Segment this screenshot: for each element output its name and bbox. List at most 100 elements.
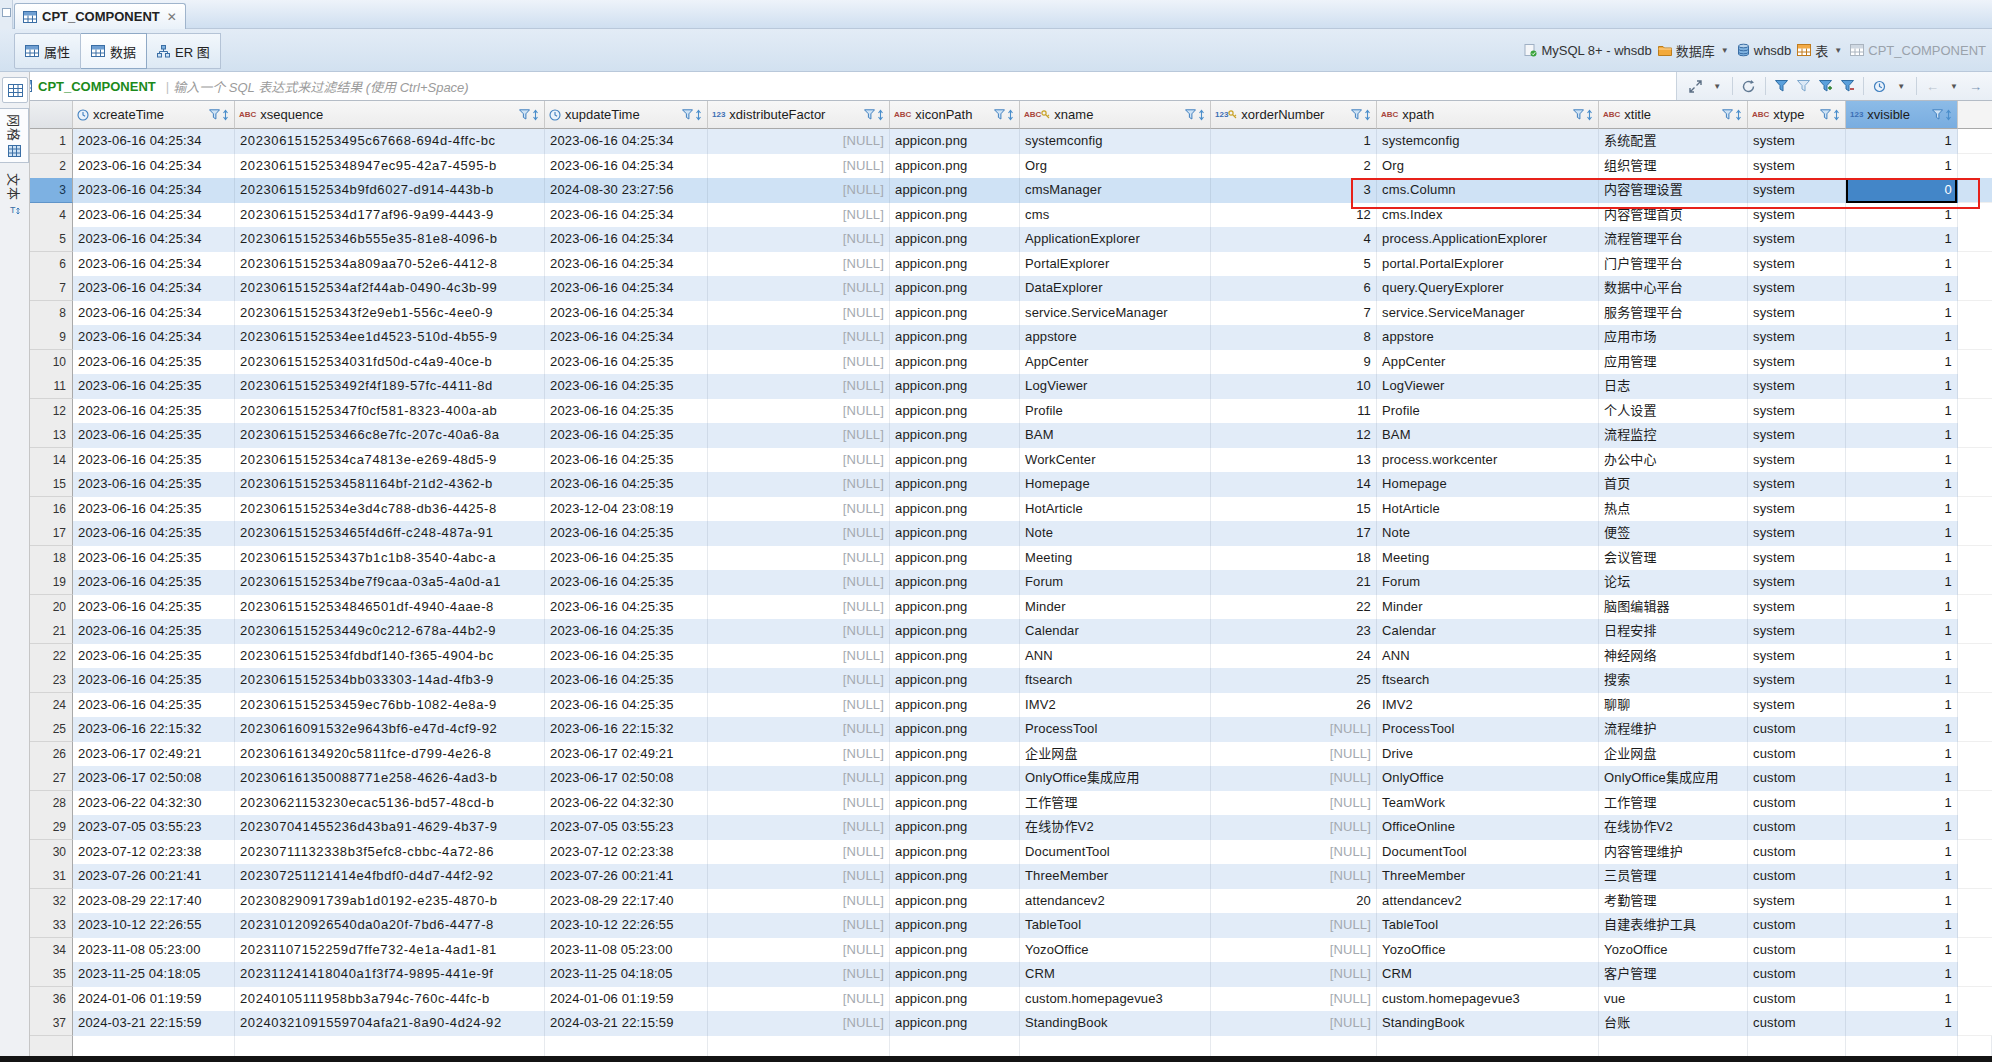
table-row[interactable]: 152023-06-16 04:25:352023061515253458116… bbox=[30, 472, 1992, 497]
cell-xpath[interactable]: OnlyOffice bbox=[1377, 766, 1599, 791]
cell-xsequence[interactable]: 20230615152534b9fd6027-d914-443b-b bbox=[235, 178, 545, 203]
row-number[interactable]: 32 bbox=[30, 889, 73, 914]
cell-xorderNumber[interactable]: [NULL] bbox=[1211, 864, 1377, 889]
cell-xname[interactable]: AppCenter bbox=[1020, 350, 1211, 375]
cell-xdistributeFactor[interactable]: [NULL] bbox=[708, 546, 890, 571]
row-number[interactable]: 6 bbox=[30, 252, 73, 277]
cell-xiconPath[interactable]: appicon.png bbox=[890, 546, 1020, 571]
filter-funnel-icon[interactable] bbox=[1722, 109, 1733, 120]
cell-xupdateTime[interactable]: 2023-07-05 03:55:23 bbox=[545, 815, 708, 840]
cell-xtitle[interactable]: 服务管理平台 bbox=[1599, 301, 1748, 326]
row-number[interactable]: 27 bbox=[30, 766, 73, 791]
column-header-xtitle[interactable]: ABCxtitle bbox=[1599, 101, 1748, 129]
sort-icon[interactable] bbox=[1734, 109, 1743, 121]
filter-outline-icon[interactable] bbox=[1797, 80, 1810, 92]
cell-xorderNumber[interactable]: 18 bbox=[1211, 546, 1377, 571]
row-number[interactable]: 36 bbox=[30, 987, 73, 1012]
cell-xdistributeFactor[interactable]: [NULL] bbox=[708, 178, 890, 203]
cell-xpath[interactable]: appstore bbox=[1377, 325, 1599, 350]
cell-xname[interactable]: Note bbox=[1020, 521, 1211, 546]
table-row[interactable]: 82023-06-16 04:25:34202306151525343f2e9e… bbox=[30, 301, 1992, 326]
cell-xsequence[interactable]: 20230615152534846501df-4940-4aae-8 bbox=[235, 595, 545, 620]
cell-xvisible[interactable]: 1 bbox=[1846, 546, 1958, 571]
cell-xiconPath[interactable]: appicon.png bbox=[890, 987, 1020, 1012]
cell-xname[interactable]: 工作管理 bbox=[1020, 791, 1211, 816]
cell-xtype[interactable]: system bbox=[1748, 472, 1846, 497]
cell-xvisible[interactable]: 1 bbox=[1846, 693, 1958, 718]
table-row[interactable]: 182023-06-16 04:25:352023061515253437b1c… bbox=[30, 546, 1992, 571]
cell-xsequence[interactable]: 20231107152259d7ffe732-4e1a-4ad1-81 bbox=[235, 938, 545, 963]
cell-xcreateTime[interactable]: 2023-06-17 02:50:08 bbox=[73, 766, 235, 791]
table-row[interactable]: 162023-06-16 04:25:3520230615152534e3d4c… bbox=[30, 497, 1992, 522]
cell-xvisible[interactable]: 1 bbox=[1846, 497, 1958, 522]
refresh-icon[interactable] bbox=[1742, 80, 1756, 93]
cell-xtitle[interactable]: 数据中心平台 bbox=[1599, 276, 1748, 301]
cell-xorderNumber[interactable]: 2 bbox=[1211, 154, 1377, 179]
cell-xupdateTime[interactable]: 2023-07-12 02:23:38 bbox=[545, 840, 708, 865]
cell-xupdateTime[interactable]: 2023-06-16 04:25:35 bbox=[545, 570, 708, 595]
cell-xtitle[interactable]: 组织管理 bbox=[1599, 154, 1748, 179]
cell-xiconPath[interactable]: appicon.png bbox=[890, 889, 1020, 914]
cell-xdistributeFactor[interactable]: [NULL] bbox=[708, 864, 890, 889]
cell-xpath[interactable]: HotArticle bbox=[1377, 497, 1599, 522]
cell-xdistributeFactor[interactable]: [NULL] bbox=[708, 227, 890, 252]
row-number[interactable]: 9 bbox=[30, 325, 73, 350]
column-header-xpath[interactable]: ABCxpath bbox=[1377, 101, 1599, 129]
cell-xsequence[interactable]: 20230615152534ca74813e-e269-48d5-9 bbox=[235, 448, 545, 473]
cell-xtype[interactable]: custom bbox=[1748, 742, 1846, 767]
cell-xtitle[interactable]: 首页 bbox=[1599, 472, 1748, 497]
cell-xdistributeFactor[interactable]: [NULL] bbox=[708, 154, 890, 179]
cell-xvisible[interactable]: 1 bbox=[1846, 570, 1958, 595]
cell-xupdateTime[interactable]: 2024-08-30 23:27:56 bbox=[545, 178, 708, 203]
cell-xdistributeFactor[interactable]: [NULL] bbox=[708, 717, 890, 742]
cell-xpath[interactable]: CRM bbox=[1377, 962, 1599, 987]
cell-xsequence[interactable]: 2023061515253465f4d6ff-c248-487a-91 bbox=[235, 521, 545, 546]
cell-xpath[interactable]: Forum bbox=[1377, 570, 1599, 595]
cell-xvisible[interactable]: 1 bbox=[1846, 766, 1958, 791]
table-row[interactable]: 232023-06-16 04:25:3520230615152534bb033… bbox=[30, 668, 1992, 693]
cell-xiconPath[interactable]: appicon.png bbox=[890, 472, 1020, 497]
cell-xdistributeFactor[interactable]: [NULL] bbox=[708, 644, 890, 669]
cell-xcreateTime[interactable]: 2023-06-16 04:25:35 bbox=[73, 350, 235, 375]
column-header-xupdateTime[interactable]: xupdateTime bbox=[545, 101, 708, 129]
cell-xdistributeFactor[interactable]: [NULL] bbox=[708, 1011, 890, 1036]
filter-funnel-icon[interactable] bbox=[1185, 109, 1196, 120]
cell-xname[interactable]: YozoOffice bbox=[1020, 938, 1211, 963]
row-number[interactable]: 26 bbox=[30, 742, 73, 767]
cell-xtitle[interactable]: 台账 bbox=[1599, 1011, 1748, 1036]
table-row[interactable]: 322023-08-29 22:17:4020230829091739ab1d0… bbox=[30, 889, 1992, 914]
cell-xorderNumber[interactable]: [NULL] bbox=[1211, 766, 1377, 791]
cell-xupdateTime[interactable]: 2023-07-26 00:21:41 bbox=[545, 864, 708, 889]
cell-xtype[interactable]: system bbox=[1748, 154, 1846, 179]
cell-xorderNumber[interactable]: [NULL] bbox=[1211, 815, 1377, 840]
cell-xorderNumber[interactable]: 15 bbox=[1211, 497, 1377, 522]
cell-xorderNumber[interactable]: 8 bbox=[1211, 325, 1377, 350]
chevron-down-icon[interactable]: ▼ bbox=[1950, 82, 1958, 91]
cell-xsequence[interactable]: 20230615152534ee1d4523-510d-4b55-9 bbox=[235, 325, 545, 350]
cell-xvisible[interactable]: 1 bbox=[1846, 227, 1958, 252]
cell-xupdateTime[interactable]: 2023-06-16 04:25:34 bbox=[545, 325, 708, 350]
cell-xpath[interactable]: IMV2 bbox=[1377, 693, 1599, 718]
cell-xdistributeFactor[interactable]: [NULL] bbox=[708, 203, 890, 228]
cell-xtitle[interactable]: 个人设置 bbox=[1599, 399, 1748, 424]
cell-xname[interactable]: Forum bbox=[1020, 570, 1211, 595]
cell-xiconPath[interactable]: appicon.png bbox=[890, 178, 1020, 203]
filter-remove-icon[interactable] bbox=[1841, 80, 1854, 92]
cell-xtype[interactable]: custom bbox=[1748, 717, 1846, 742]
cell-xiconPath[interactable]: appicon.png bbox=[890, 497, 1020, 522]
cell-xtype[interactable]: custom bbox=[1748, 962, 1846, 987]
cell-xupdateTime[interactable]: 2024-03-21 22:15:59 bbox=[545, 1011, 708, 1036]
cell-xtype[interactable]: custom bbox=[1748, 791, 1846, 816]
cell-xpath[interactable]: Drive bbox=[1377, 742, 1599, 767]
cell-xorderNumber[interactable]: 20 bbox=[1211, 889, 1377, 914]
cell-xorderNumber[interactable]: 9 bbox=[1211, 350, 1377, 375]
cell-xcreateTime[interactable]: 2023-06-16 04:25:35 bbox=[73, 570, 235, 595]
filter-input[interactable]: 输入一个 SQL 表达式来过滤结果 (使用 Ctrl+Space) bbox=[173, 77, 469, 96]
column-header-xcreateTime[interactable]: xcreateTime bbox=[73, 101, 235, 129]
table-row[interactable]: 172023-06-16 04:25:352023061515253465f4d… bbox=[30, 521, 1992, 546]
cell-xtype[interactable]: system bbox=[1748, 595, 1846, 620]
cell-xupdateTime[interactable]: 2023-06-16 22:15:32 bbox=[545, 717, 708, 742]
row-number[interactable]: 30 bbox=[30, 840, 73, 865]
cell-xtitle[interactable]: 便签 bbox=[1599, 521, 1748, 546]
cell-xupdateTime[interactable]: 2023-06-17 02:50:08 bbox=[545, 766, 708, 791]
